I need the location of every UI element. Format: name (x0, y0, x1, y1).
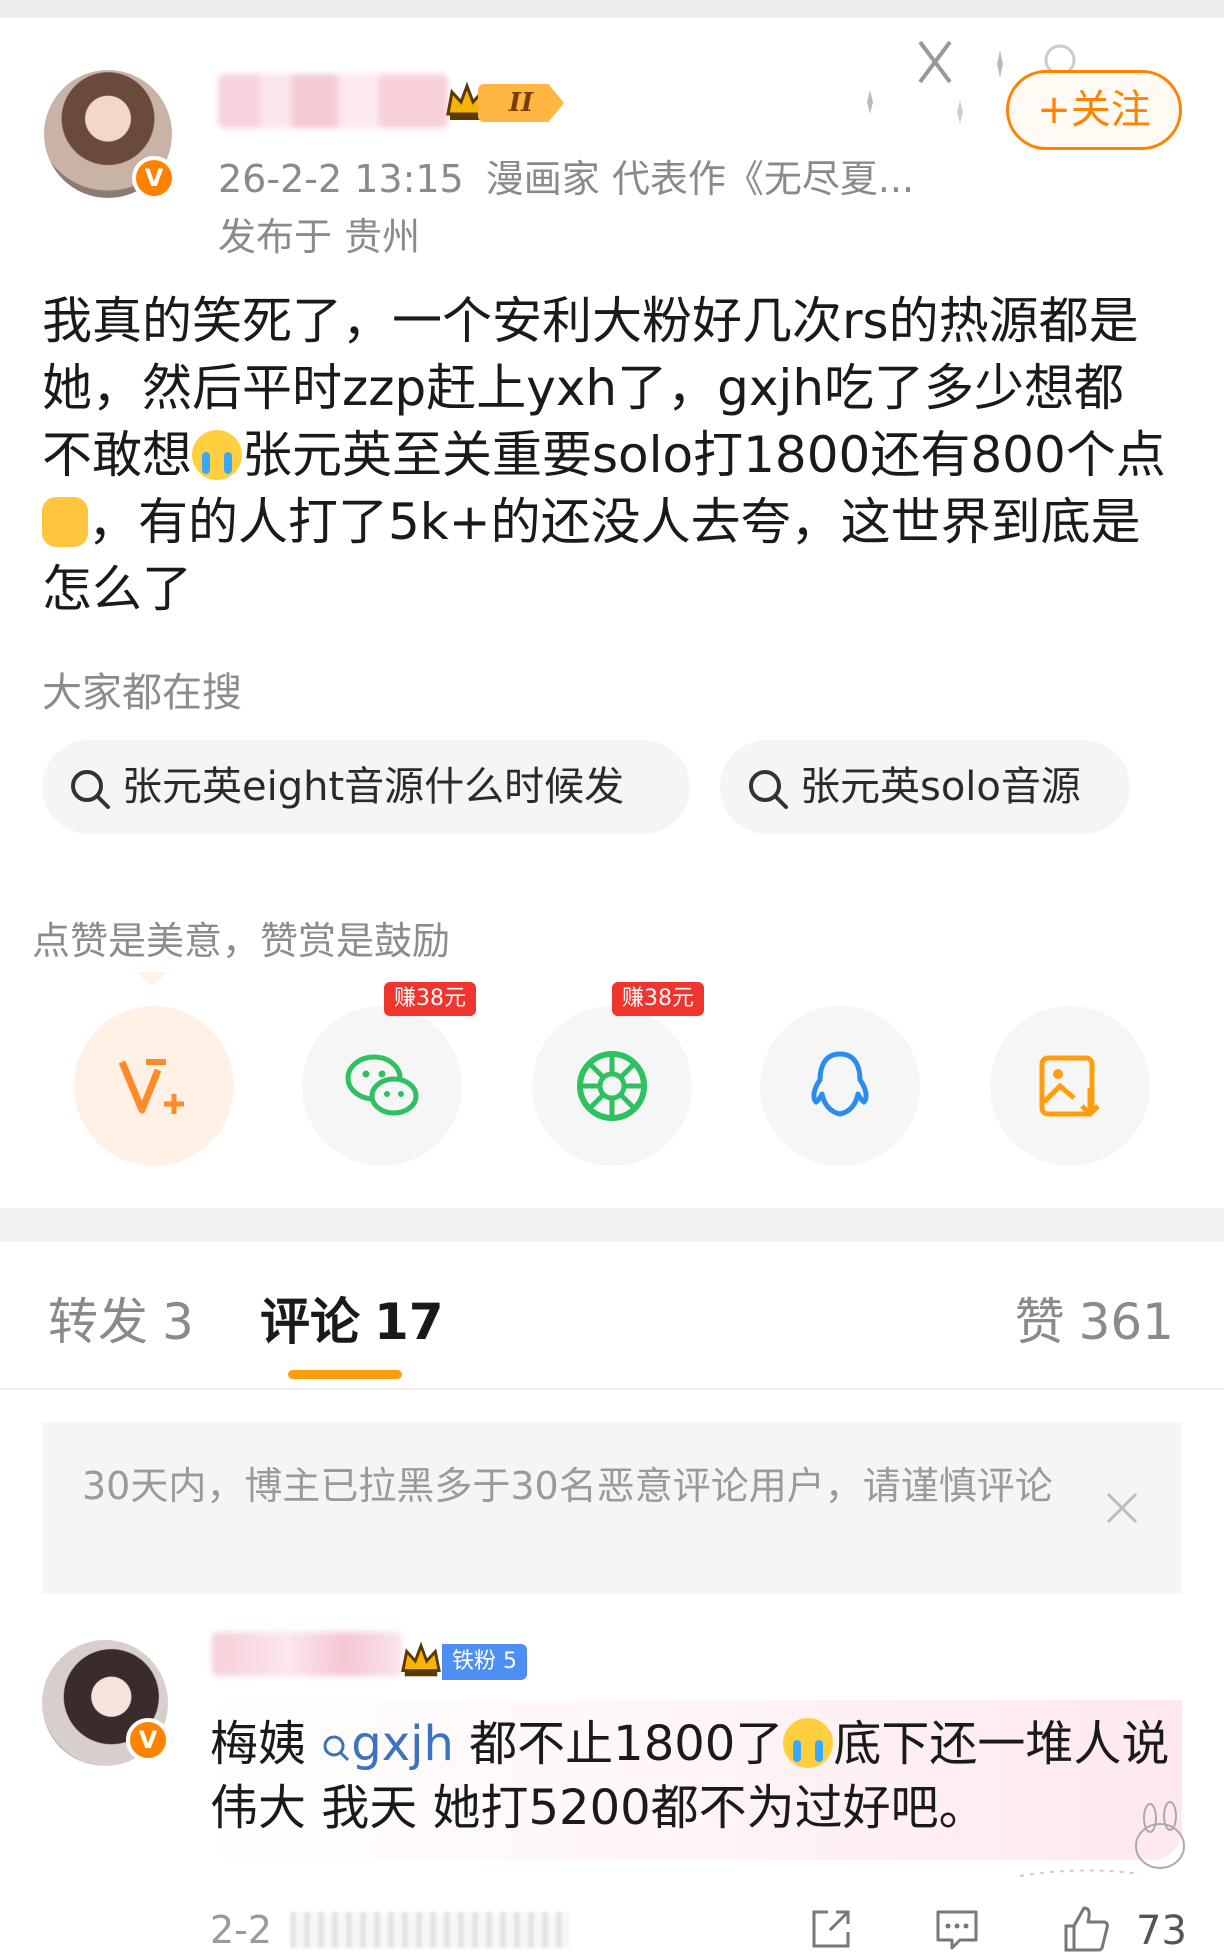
commenter-name-blurred[interactable] (212, 1632, 402, 1676)
moments-share-button[interactable]: 赚38元 (532, 982, 704, 1166)
comment-like-count: 73 (1136, 1908, 1187, 1954)
comment-meta-blurred (290, 1912, 570, 1948)
tab-count: 361 (1078, 1293, 1174, 1351)
reward-hint: 点赞是美意，赞赏是鼓励 (32, 919, 451, 963)
post-text-part-3: ，有的人打了5k+的还没人去夸，这世界到底是怎么了 (42, 493, 1141, 618)
tab-label: 转发 (48, 1293, 148, 1351)
follow-button[interactable]: +关注 (1006, 70, 1182, 150)
hot-search-item[interactable]: 张元英solo音源 (720, 740, 1130, 834)
comment-notice: 30天内，博主已拉黑多于30名恶意评论用户，请谨慎评论 (42, 1422, 1182, 1594)
tab-label: 赞 (1014, 1293, 1065, 1351)
verified-v-icon: V (132, 156, 176, 200)
author-name-blurred[interactable] (218, 74, 448, 128)
comment-icon[interactable] (932, 1904, 982, 1954)
comment-text-part-2: 都不止1800了 (453, 1716, 784, 1772)
v-plus-button[interactable] (74, 1006, 234, 1166)
post-time: 26-2-2 13:15 (218, 157, 464, 201)
save-image-icon (1039, 1055, 1100, 1118)
section-divider (0, 1208, 1224, 1242)
like-icon[interactable] (1060, 1904, 1110, 1954)
share-row: 赚38元 赚38元 (0, 982, 1224, 1170)
top-strip (0, 0, 1224, 18)
qq-icon (811, 1051, 869, 1117)
search-icon (749, 770, 788, 809)
post-meta: 26-2-2 13:15 漫画家 代表作《无尽夏... (218, 148, 914, 203)
crying-emoji (192, 430, 242, 480)
hot-search-text: 张元英solo音源 (800, 764, 1081, 810)
mention-text: gxjh (351, 1716, 454, 1772)
tab-count: 3 (162, 1293, 194, 1351)
post-content: 我真的笑死了，一个安利大粉好几次rs的热源都是她，然后平时zzp赶上yxh了，g… (42, 288, 1172, 623)
thumbs-up-emoji (42, 497, 88, 547)
bunny-decoration-icon (1020, 1801, 1185, 1877)
mention-link[interactable]: gxjh (321, 1716, 454, 1772)
notice-text: 30天内，博主已拉黑多于30名恶意评论用户，请谨慎评论 (82, 1464, 1053, 1508)
search-icon (71, 770, 110, 809)
crying-emoji (783, 1718, 834, 1768)
search-icon (323, 1735, 350, 1762)
qq-share-button[interactable] (760, 1006, 920, 1166)
crown-icon (401, 1641, 441, 1677)
hint-tail (136, 972, 168, 986)
tab-label: 评论 (260, 1293, 360, 1351)
comment-footer: 2-2 73 (0, 1900, 1224, 1958)
wechat-share-button[interactable]: 赚38元 (302, 982, 476, 1166)
share-icon[interactable] (806, 1904, 856, 1954)
tab-forward[interactable]: 转发 3 (48, 1282, 194, 1354)
v-plus-icon (118, 1059, 184, 1114)
author-description: 漫画家 代表作《无尽夏... (485, 157, 915, 201)
post-location: 发布于 贵州 (218, 215, 421, 259)
comment-time: 2-2 (210, 1908, 273, 1952)
tab-count: 17 (374, 1293, 444, 1351)
level-badge: II (478, 84, 564, 122)
hot-search-text: 张元英eight音源什么时候发 (122, 764, 625, 810)
fan-level-badge: 铁粉 5 (442, 1644, 527, 1680)
hot-search-item[interactable]: 张元英eight音源什么时候发 (42, 740, 690, 834)
tab-bar: 转发 3 评论 17 赞 361 (0, 1282, 1224, 1392)
comment-text-part-1: 梅姨 (210, 1716, 307, 1772)
verified-v-icon: V (126, 1718, 170, 1762)
tabs-border (0, 1388, 1224, 1390)
earn-badge: 赚38元 (612, 982, 704, 1016)
moments-icon (577, 1051, 647, 1121)
tab-comment[interactable]: 评论 17 (260, 1282, 444, 1354)
hot-search-label: 大家都在搜 (42, 670, 242, 716)
close-icon[interactable] (1102, 1488, 1142, 1528)
post-text-part-2: 张元英至关重要solo打1800还有800个点 (242, 426, 1166, 484)
wechat-icon (345, 1054, 419, 1116)
active-tab-indicator (288, 1370, 402, 1379)
tab-like[interactable]: 赞 361 (1015, 1282, 1174, 1354)
save-image-button[interactable] (990, 1006, 1150, 1166)
earn-badge: 赚38元 (384, 982, 476, 1016)
